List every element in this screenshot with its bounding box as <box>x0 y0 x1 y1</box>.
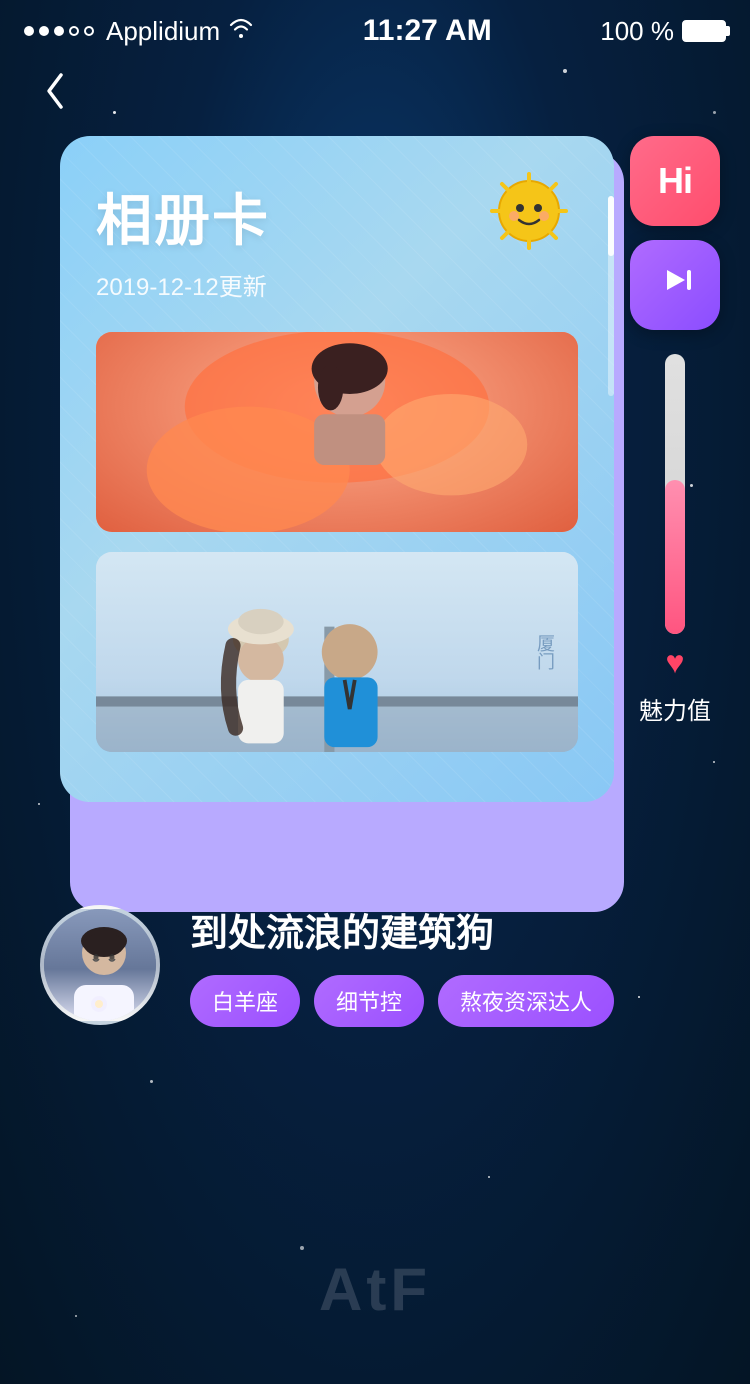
charm-meter: ♥ 魅力值 <box>639 354 711 726</box>
main-content: 相册卡 2019-12-12更新 <box>0 136 750 802</box>
charm-label: 魅力值 <box>639 691 711 726</box>
status-left: Applidium <box>24 16 254 47</box>
tag-detail[interactable]: 细节控 <box>314 975 424 1027</box>
profile-info: 到处流浪的建筑狗 白羊座 细节控 熬夜资深达人 <box>190 902 710 1027</box>
hi-button[interactable]: Hi <box>630 136 720 226</box>
album-card[interactable]: 相册卡 2019-12-12更新 <box>60 136 614 802</box>
photo-1[interactable] <box>96 332 578 532</box>
card-stack: 相册卡 2019-12-12更新 <box>60 136 614 802</box>
meter-fill <box>665 480 685 634</box>
status-right: 100 % <box>600 16 726 47</box>
play-icon <box>657 262 693 308</box>
card-date: 2019-12-12更新 <box>96 267 578 302</box>
tag-nightowl[interactable]: 熬夜资深达人 <box>438 975 614 1027</box>
atf-watermark: AtF <box>319 1255 431 1324</box>
time-display: 11:27 AM <box>363 14 492 48</box>
hi-label: Hi <box>658 160 692 202</box>
play-button[interactable] <box>630 240 720 330</box>
signal-dots <box>24 26 94 36</box>
photo-2[interactable]: 厦门 <box>96 552 578 752</box>
meter-track <box>665 354 685 634</box>
scroll-thumb <box>608 196 614 256</box>
dot4 <box>69 26 79 36</box>
xiamen-label: 厦门 <box>532 634 558 670</box>
scroll-indicator <box>608 196 614 396</box>
sun-icon <box>484 166 574 256</box>
profile-name: 到处流浪的建筑狗 <box>190 902 710 957</box>
right-panel: Hi ♥ 魅力值 <box>630 136 720 726</box>
dot5 <box>84 26 94 36</box>
avatar[interactable] <box>40 905 160 1025</box>
battery-icon <box>682 20 726 42</box>
battery-percent: 100 % <box>600 16 674 47</box>
back-button[interactable] <box>30 66 80 116</box>
dot2 <box>39 26 49 36</box>
profile-tags: 白羊座 细节控 熬夜资深达人 <box>190 975 710 1027</box>
tag-constellation[interactable]: 白羊座 <box>190 975 300 1027</box>
profile-section: 到处流浪的建筑狗 白羊座 细节控 熬夜资深达人 <box>0 842 750 1067</box>
wifi-icon <box>228 17 254 45</box>
carrier-name: Applidium <box>106 16 220 47</box>
dot3 <box>54 26 64 36</box>
charm-heart-icon: ♥ <box>666 644 685 681</box>
status-bar: Applidium 11:27 AM 100 % <box>0 0 750 56</box>
dot1 <box>24 26 34 36</box>
